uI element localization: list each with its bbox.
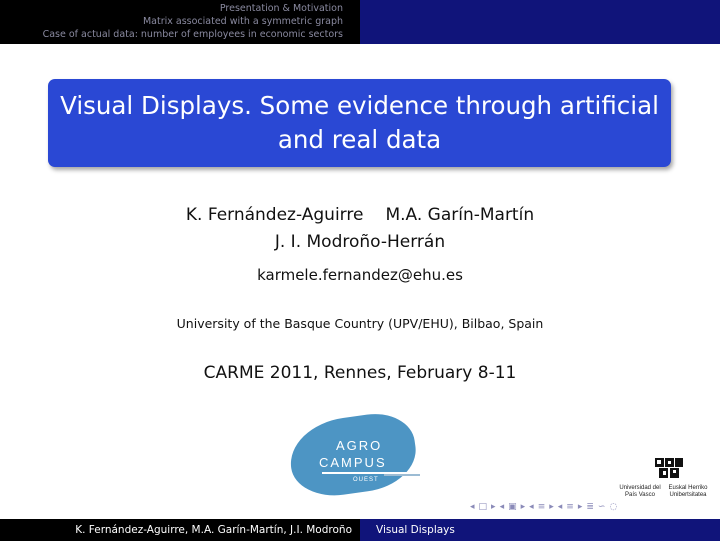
beamer-nav-controls: ◂ □ ▸ ◂ ▣ ▸ ◂ ≡ ▸ ◂ ≡ ▸ ≣ ∽ ◌ bbox=[470, 502, 617, 512]
nav-left-icon[interactable]: ◂ bbox=[529, 502, 534, 512]
subsection-icon[interactable]: ▣ bbox=[508, 502, 517, 512]
nav-item-presentation[interactable]: Presentation & Motivation bbox=[220, 2, 343, 15]
frame-icon[interactable]: □ bbox=[479, 502, 488, 512]
header-bar: Presentation & Motivation Matrix associa… bbox=[0, 0, 720, 44]
nav-item-matrix[interactable]: Matrix associated with a symmetric graph bbox=[143, 15, 343, 28]
upv-caption: Universidad del País Vasco bbox=[619, 485, 661, 498]
nav-right-icon[interactable]: ▸ bbox=[521, 502, 526, 512]
section-nav: Presentation & Motivation Matrix associa… bbox=[0, 0, 360, 44]
nav-right-icon[interactable]: ▸ bbox=[549, 502, 554, 512]
ehu-caption: Euskal Herriko Unibertsitatea bbox=[668, 485, 708, 498]
institution: University of the Basque Country (UPV/EH… bbox=[176, 316, 544, 331]
author-garin: M.A. Garín-Martín bbox=[385, 205, 535, 225]
footer-bar: K. Fernández-Aguirre, M.A. Garín-Martín,… bbox=[0, 519, 720, 541]
footer-title: Visual Displays bbox=[360, 519, 720, 541]
agro-logo-text: AGRO bbox=[336, 438, 383, 453]
document-icon[interactable]: ≡ bbox=[566, 502, 574, 512]
zoom-icon[interactable]: ◌ bbox=[609, 502, 617, 512]
ouest-logo-text: OUEST bbox=[353, 477, 379, 483]
nav-item-actual-data[interactable]: Case of actual data: number of employees… bbox=[43, 28, 343, 41]
author-modrono: J. I. Modroño-Herrán bbox=[274, 232, 446, 252]
slide-title: Visual Displays. Some evidence through a… bbox=[60, 91, 659, 154]
logo-swoosh-tail bbox=[384, 474, 420, 476]
appendix-icon[interactable]: ≣ bbox=[586, 502, 594, 512]
conference: CARME 2011, Rennes, February 8-11 bbox=[203, 363, 517, 383]
footer-authors: K. Fernández-Aguirre, M.A. Garín-Martín,… bbox=[0, 519, 360, 541]
email-address: karmele.fernandez@ehu.es bbox=[257, 266, 463, 284]
author-fernandez: K. Fernández-Aguirre bbox=[185, 205, 364, 225]
upv-emblem-icon bbox=[655, 458, 683, 478]
header-bar-right bbox=[360, 0, 720, 44]
nav-left-icon[interactable]: ◂ bbox=[558, 502, 563, 512]
campus-logo-text: CAMPUS bbox=[319, 455, 387, 470]
agrocampus-logo: AGRO CAMPUS OUEST bbox=[285, 408, 428, 502]
nav-right-icon[interactable]: ▸ bbox=[578, 502, 583, 512]
title-box: Visual Displays. Some evidence through a… bbox=[48, 79, 671, 167]
nav-left-icon[interactable]: ◂ bbox=[470, 502, 475, 512]
nav-left-icon[interactable]: ◂ bbox=[500, 502, 505, 512]
search-icon[interactable]: ∽ bbox=[598, 502, 606, 512]
upv-ehu-logo: Universidad del País Vasco Euskal Herrik… bbox=[617, 456, 713, 498]
nav-right-icon[interactable]: ▸ bbox=[491, 502, 496, 512]
authors-line-1: K. Fernández-Aguirre M.A. Garín-Martín bbox=[0, 205, 720, 225]
section-icon[interactable]: ≡ bbox=[538, 502, 546, 512]
